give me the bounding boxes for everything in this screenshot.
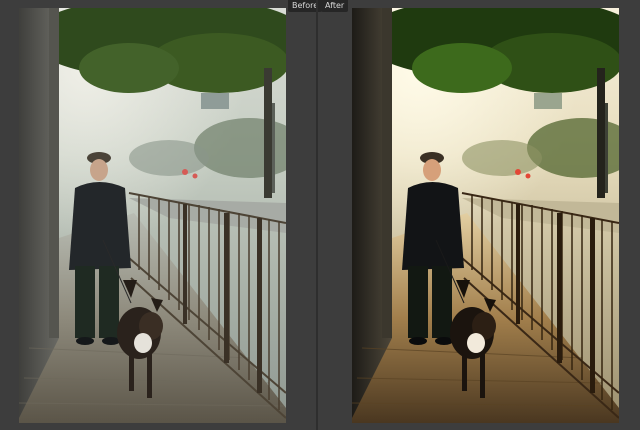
compare-divider[interactable] xyxy=(316,0,318,430)
after-label: After xyxy=(321,0,349,12)
before-photo xyxy=(19,8,286,423)
after-image-pane[interactable] xyxy=(352,8,619,423)
after-photo xyxy=(352,8,619,423)
before-image-pane[interactable] xyxy=(19,8,286,423)
